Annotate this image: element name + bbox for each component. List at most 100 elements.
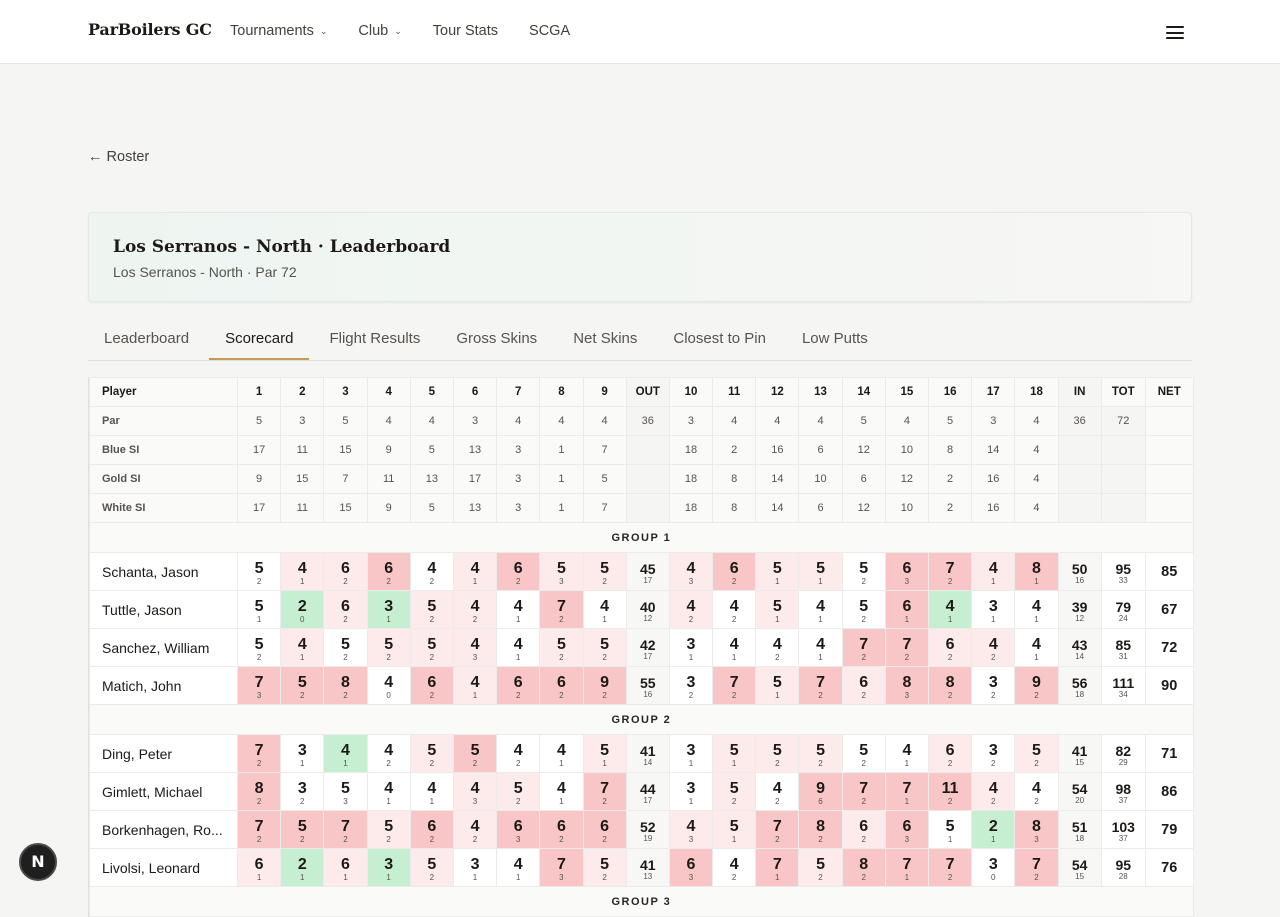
hole-score-cell: 82 [841,848,886,887]
gross-score: 7 [772,817,782,835]
gross-score: 3 [686,779,696,797]
gross-score: 7 [1032,855,1041,873]
chevron-down-icon: ⌄ [394,25,402,36]
hole-header: 17 [971,377,1016,407]
gross-score: 7 [556,597,566,615]
hole-score-cell: 72 [582,772,627,811]
gross-score: 4 [816,597,825,615]
hole-header: 14 [841,377,886,407]
brand-logo[interactable]: ParBoilers GC [88,20,212,39]
hole-score-cell: 43 [452,628,498,667]
player-row[interactable]: Sanchez, William 5 2 4 1 5 2 5 2 5 2 4 3 4 1 5 2 5 2 42 17 3 1… [89,628,1194,667]
info-cell: 2 [927,464,973,494]
hamburger-icon[interactable] [1166,26,1184,42]
back-to-roster-link[interactable]: ← Roster [88,149,149,165]
hole-score-cell: 42 [668,590,714,629]
gross-score: 7 [902,855,912,873]
nav-item-tournaments[interactable]: Tournaments ⌄ [230,23,327,39]
net-points: 2 [429,614,435,624]
gross-score: 4 [470,673,480,691]
gross-score: 6 [686,855,696,873]
info-cell: 4 [582,406,627,436]
player-name[interactable]: Borkenhagen, Ro... [89,810,238,849]
group-header-row: GROUP 1 [89,522,1194,553]
gross-score: 3 [988,855,998,873]
player-name[interactable]: Schanta, Jason [89,552,238,591]
player-name[interactable]: Gimlett, Michael [89,772,238,811]
nav-item-scga[interactable]: SCGA [529,23,570,39]
player-row[interactable]: Tuttle, Jason 5 1 2 0 6 2 3 1 5 2 4 2 4 1 7 2 4 1 40 12 4 2 4 2 5… [89,590,1194,629]
player-row[interactable]: Matich, John 7 3 5 2 8 2 4 0 6 2 4 1 6 2 6 2 9 2 55 16 3 2 7 2 5 1… [89,666,1194,705]
tab-scorecard[interactable]: Scorecard [209,322,310,360]
info-cell: 18 [668,464,714,494]
nav-item-club[interactable]: Club ⌄ [358,23,401,39]
info-cell: 5 [409,435,454,465]
info-cell: 4 [1014,493,1059,523]
player-name[interactable]: Tuttle, Jason [89,590,238,629]
tab-gross-skins[interactable]: Gross Skins [440,322,553,360]
net-points: 1 [731,652,737,662]
player-name[interactable]: Livolsi, Leonard [89,848,238,887]
info-cell: 16 [755,435,800,465]
hole-score-cell: 63 [496,810,541,849]
net-points: 1 [300,652,305,662]
info-cell: 18 [668,435,714,465]
tab-leaderboard[interactable]: Leaderboard [88,322,205,360]
hole-score-cell: 52 [582,628,627,667]
gross-score: 4 [384,779,394,797]
gross-score: 4 [1032,635,1041,653]
hole-score-cell: 52 [409,628,454,667]
net-points: 2 [429,834,435,844]
net-points: 2 [1034,796,1039,806]
net-score-cell: 72 [1144,628,1194,667]
gross-score: 5 [600,635,610,653]
total-cell: 95 33 [1100,552,1146,591]
player-row[interactable]: Borkenhagen, Ro... 7 2 5 2 7 2 5 2 6 2 4 2 6 3 6 2 6 2 52 19… [89,810,1194,849]
net-points: 2 [256,834,262,844]
net-points: 1 [688,652,694,662]
player-name[interactable]: Sanchez, William [89,628,238,667]
net-points: 2 [1034,872,1039,882]
player-row[interactable]: Livolsi, Leonard 6 1 2 1 6 1 3 1 5 2 3 1 4 1 7 3 5 2 41 13 6 3… [89,848,1194,887]
net-points: 2 [429,872,435,882]
next-badge-icon[interactable]: N [19,843,57,881]
tab-net-skins[interactable]: Net Skins [557,322,653,360]
hole-score-cell: 62 [712,552,757,591]
nav-item-tour-stats[interactable]: Tour Stats [433,23,498,39]
gross-score: 41 [639,856,656,873]
group-header-row: GROUP 2 [89,704,1194,735]
gross-score: 7 [945,855,955,873]
player-row[interactable]: Schanta, Jason 5 2 4 1 6 2 6 2 4 2 4 1 6 2 5 3 5 2 45 17 4 3 6 2… [89,552,1194,591]
player-row[interactable]: Ding, Peter 7 2 3 1 4 1 4 2 5 2 5 2 4 2 4 1 5 1 41 14 3 1 5 1 5 2 5… [89,734,1194,773]
player-name[interactable]: Matich, John [89,666,238,705]
net-points: 2 [775,652,780,662]
player-name[interactable]: Ding, Peter [89,734,238,773]
in-total-cell: 54 20 [1057,772,1102,811]
info-cell: 14 [971,435,1016,465]
tab-low-putts[interactable]: Low Putts [786,322,884,360]
tab-closest-to-pin[interactable]: Closest to Pin [657,322,782,360]
hole-score-cell: 42 [971,772,1016,811]
hole-header: 9 [582,377,627,407]
hole-score-cell: 82 [798,810,843,849]
hole-header: 15 [884,377,930,407]
hole-score-cell: 42 [971,628,1016,667]
gross-score: 3 [988,673,998,691]
gross-score: 5 [384,817,394,835]
net-points: 2 [775,834,780,844]
net-points: 18 [1075,689,1085,699]
hole-score-cell: 72 [1014,848,1059,887]
net-points: 2 [300,834,305,844]
net-points: 2 [602,690,607,700]
gross-score: 6 [600,817,610,835]
hole-score-cell: 52 [798,848,843,887]
gross-score: 4 [816,635,825,653]
group-label: GROUP 3 [89,886,1194,917]
net-points: 2 [861,614,866,624]
hole-score-cell: 72 [841,628,886,667]
gross-score: 6 [513,673,523,691]
net-points: 2 [472,614,478,624]
player-row[interactable]: Gimlett, Michael 8 2 3 2 5 3 4 1 4 1 4 3 5 2 4 1 7 2 44 17 3 1… [89,772,1194,811]
net-points: 2 [515,758,521,768]
tab-flight-results[interactable]: Flight Results [313,322,436,360]
